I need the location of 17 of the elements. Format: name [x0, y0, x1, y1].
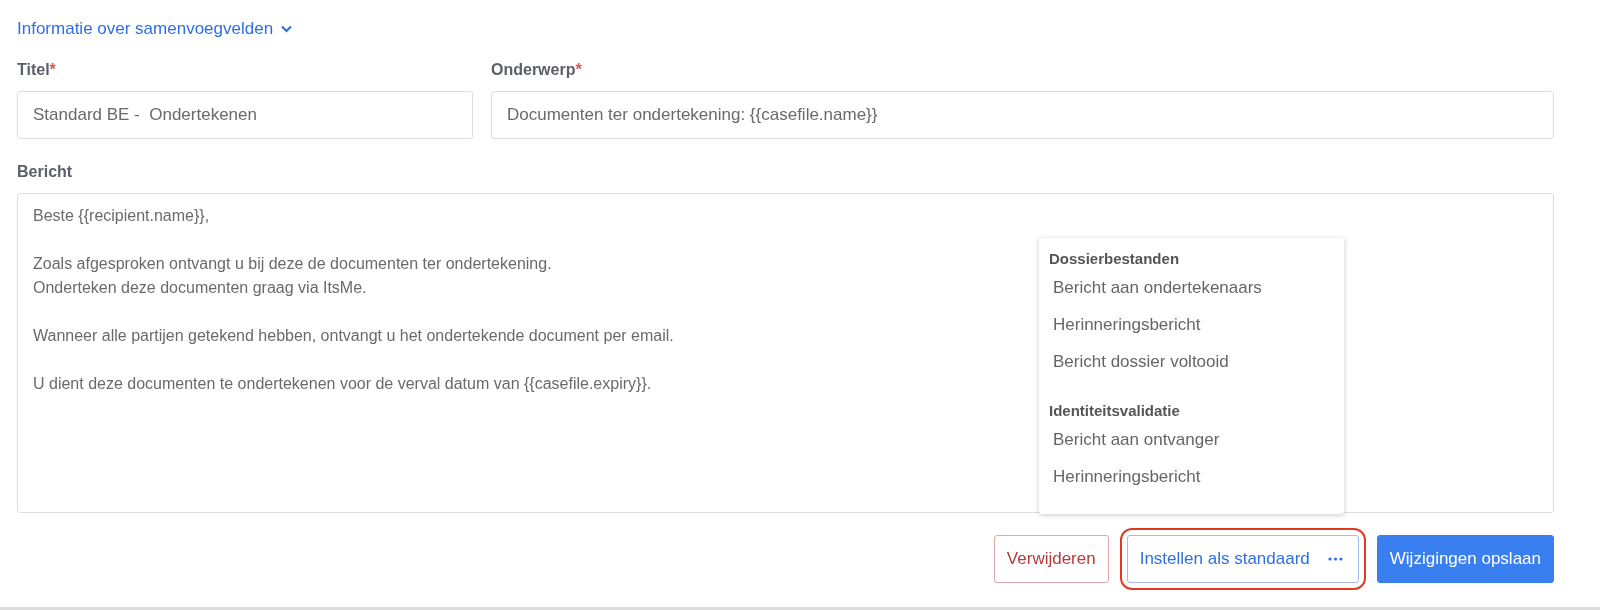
text-field[interactable]: Standard BE - Ondertekenen — [17, 91, 473, 139]
delete-button[interactable]: Verwijderen — [993, 535, 1109, 583]
merge-fields-info-link[interactable]: Informatie over samenvoegvelden — [17, 19, 293, 39]
set-default-button[interactable]: Instellen als standaard — [1126, 535, 1359, 583]
menu-item[interactable]: Bericht aan ontvanger — [1039, 421, 1344, 458]
menu-item[interactable]: Herinneringsbericht — [1039, 458, 1344, 495]
field-label: Bericht — [17, 163, 74, 181]
menu-item[interactable]: Herinneringsbericht — [1039, 306, 1344, 343]
ellipsis-icon — [1327, 557, 1343, 561]
field-label: Titel* — [17, 61, 57, 79]
menu-heading: Identiteitsvalidatie — [1048, 401, 1181, 421]
save-button[interactable]: Wijzigingen opslaan — [1376, 535, 1554, 583]
text-field[interactable]: Documenten ter ondertekening: {{casefile.name}} — [491, 91, 1554, 139]
menu-item[interactable]: Bericht dossier voltooid — [1039, 343, 1344, 380]
field-label: Onderwerp* — [491, 61, 583, 79]
menu-heading: Dossierbestanden — [1048, 249, 1181, 269]
menu-item[interactable]: Bericht aan ondertekenaars — [1039, 269, 1344, 306]
